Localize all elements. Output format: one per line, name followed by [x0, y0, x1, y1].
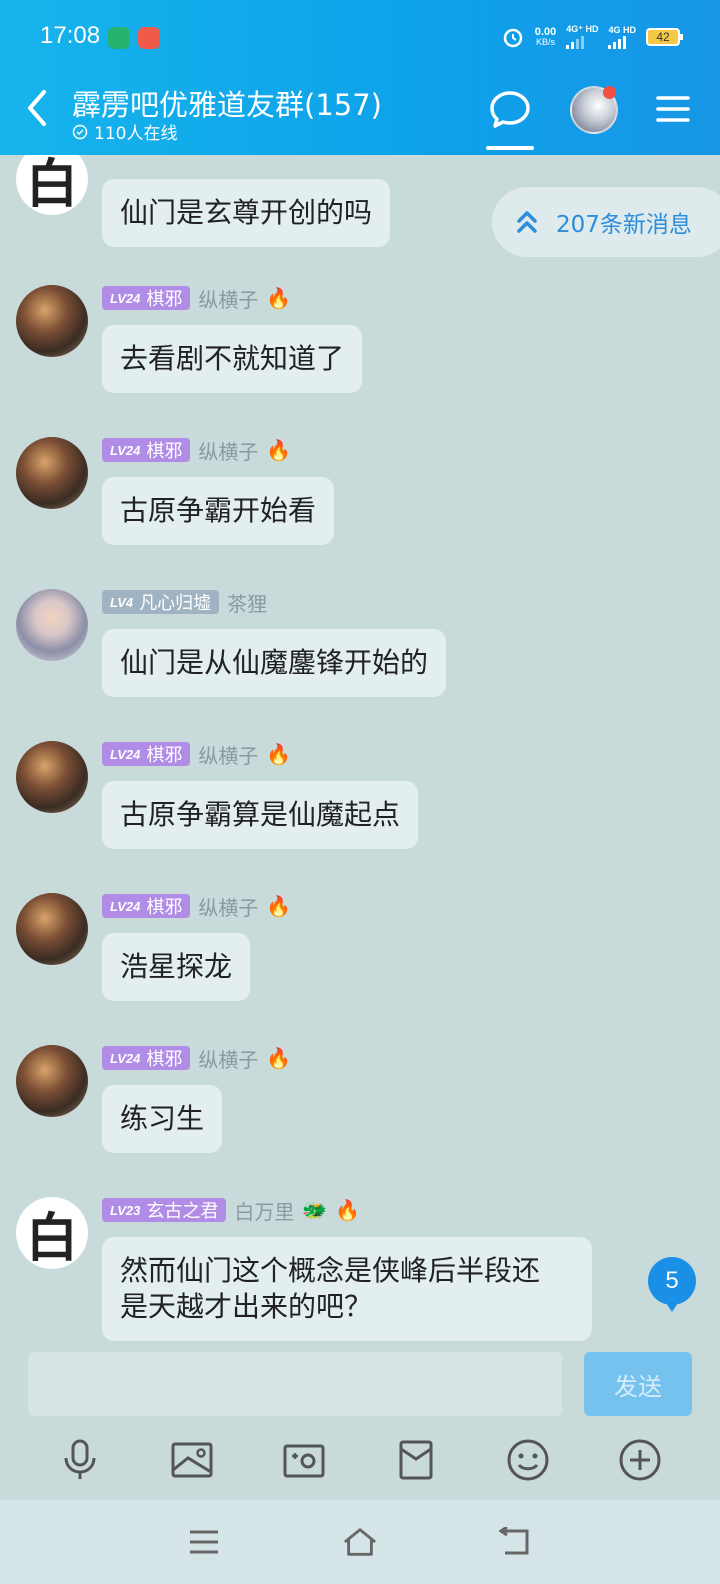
- emoji-icon[interactable]: [505, 1437, 551, 1483]
- avatar[interactable]: [16, 893, 88, 965]
- chat-bubble-icon[interactable]: [488, 88, 532, 132]
- unread-count-badge[interactable]: 5: [648, 1257, 696, 1312]
- message-meta: LV24 棋邪 纵横子 🔥: [102, 740, 292, 769]
- sender-name[interactable]: 纵横子: [198, 436, 258, 465]
- check-circle-icon: [72, 124, 88, 139]
- level-badge: LV23 玄古之君: [102, 1198, 227, 1222]
- signal-icon: [608, 35, 636, 49]
- double-chevron-up-icon: [517, 211, 537, 233]
- message-line: 然而仙门这个概念是侠峰后半段还: [120, 1254, 541, 1287]
- fire-icon: 🔥: [266, 894, 292, 918]
- dragon-icon: 🐲: [302, 1198, 328, 1222]
- message-bubble[interactable]: 然而仙门这个概念是侠峰后半段还 是天越才出来的吧？: [102, 1237, 592, 1341]
- message-line: 是天越才出来的吧？: [120, 1290, 373, 1323]
- input-toolbar: [0, 1420, 720, 1500]
- red-packet-icon[interactable]: [393, 1437, 439, 1483]
- recent-apps-icon[interactable]: [186, 1524, 222, 1560]
- message-bubble[interactable]: 古原争霸算是仙魔起点: [102, 781, 419, 849]
- lock-app-icon: [138, 27, 160, 49]
- chat-tab-indicator: [486, 146, 534, 150]
- sender-name[interactable]: 白万里: [234, 1196, 294, 1225]
- back-icon[interactable]: [20, 86, 56, 130]
- menu-icon[interactable]: [656, 94, 690, 124]
- network-speed: 0.00 KB/s: [534, 25, 557, 47]
- fire-icon: 🔥: [266, 1046, 292, 1070]
- app-notification-icon: [108, 27, 130, 49]
- avatar[interactable]: 白: [16, 155, 88, 215]
- avatar[interactable]: [16, 437, 88, 509]
- message-bubble[interactable]: 练习生: [102, 1085, 223, 1153]
- message-meta: LV24 棋邪 纵横子 🔥: [102, 284, 292, 313]
- group-title[interactable]: 霹雳吧优雅道友群(157): [72, 82, 382, 124]
- alarm-icon: [503, 28, 523, 47]
- sender-name[interactable]: 纵横子: [198, 1044, 258, 1073]
- message-meta: LV24 棋邪 纵横子 🔥: [102, 436, 292, 465]
- new-messages-label: 207条新消息: [556, 212, 692, 238]
- fire-icon: 🔥: [266, 286, 292, 310]
- back-nav-icon[interactable]: [498, 1524, 534, 1560]
- message-bubble[interactable]: 浩星探龙: [102, 933, 251, 1001]
- notification-dot: [603, 86, 616, 99]
- message-meta: LV24 棋邪 纵横子 🔥: [102, 1044, 292, 1073]
- sim1-signal: 4G⁺ HD: [566, 24, 598, 49]
- message-input[interactable]: [28, 1352, 562, 1416]
- sender-name[interactable]: 纵横子: [198, 284, 258, 313]
- online-count: 110人在线: [72, 119, 177, 144]
- message-bubble[interactable]: 古原争霸开始看: [102, 477, 335, 545]
- message-bubble[interactable]: 仙门是从仙魔鏖锋开始的: [102, 629, 447, 697]
- level-badge: LV24 棋邪: [102, 1046, 191, 1070]
- status-right: 0.00 KB/s 4G⁺ HD 4G HD 42: [501, 24, 683, 49]
- avatar[interactable]: [16, 1045, 88, 1117]
- message-meta: LV4 凡心归墟 茶狸: [102, 588, 267, 617]
- home-icon[interactable]: [342, 1524, 378, 1560]
- message-list[interactable]: 白 仙门是玄尊开创的吗 207条新消息 LV24 棋邪 纵横子 🔥 去看剧不就知道…: [0, 155, 720, 1342]
- sender-name[interactable]: 纵横子: [198, 892, 258, 921]
- level-badge: LV24 棋邪: [102, 894, 191, 918]
- sim2-signal: 4G HD: [608, 25, 636, 49]
- avatar[interactable]: 白: [16, 1197, 88, 1269]
- message-meta: LV23 玄古之君 白万里 🐲 🔥: [102, 1196, 361, 1225]
- camera-icon[interactable]: [281, 1437, 327, 1483]
- system-nav-bar: [0, 1500, 720, 1584]
- status-time: 17:08: [40, 22, 101, 49]
- send-button[interactable]: 发送: [584, 1352, 692, 1416]
- level-badge: LV24 棋邪: [102, 438, 191, 462]
- signal-icon: [566, 35, 598, 49]
- avatar[interactable]: [16, 589, 88, 661]
- avatar[interactable]: [16, 285, 88, 357]
- plus-icon[interactable]: [617, 1437, 663, 1483]
- fire-icon: 🔥: [266, 742, 292, 766]
- fire-icon: 🔥: [266, 438, 292, 462]
- avatar[interactable]: [16, 741, 88, 813]
- message-bubble[interactable]: 去看剧不就知道了: [102, 325, 363, 393]
- level-badge: LV4 凡心归墟: [102, 590, 220, 614]
- message-meta: LV24 棋邪 纵横子 🔥: [102, 892, 292, 921]
- online-label: 110人在线: [94, 124, 178, 144]
- sender-name[interactable]: 茶狸: [227, 588, 267, 617]
- fire-icon: 🔥: [335, 1198, 361, 1222]
- input-bar: 发送: [0, 1342, 720, 1420]
- new-messages-button[interactable]: 207条新消息: [492, 187, 720, 257]
- level-badge: LV24 棋邪: [102, 742, 191, 766]
- battery-icon: 42: [646, 27, 683, 46]
- message-bubble[interactable]: 仙门是玄尊开创的吗: [102, 179, 391, 247]
- image-icon[interactable]: [169, 1437, 215, 1483]
- chat-header: 17:08 0.00 KB/s 4G⁺ HD 4G HD 42 霹雳吧优雅道友群…: [0, 0, 720, 155]
- sender-name[interactable]: 纵横子: [198, 740, 258, 769]
- level-badge: LV24 棋邪: [102, 286, 191, 310]
- microphone-icon[interactable]: [57, 1437, 103, 1483]
